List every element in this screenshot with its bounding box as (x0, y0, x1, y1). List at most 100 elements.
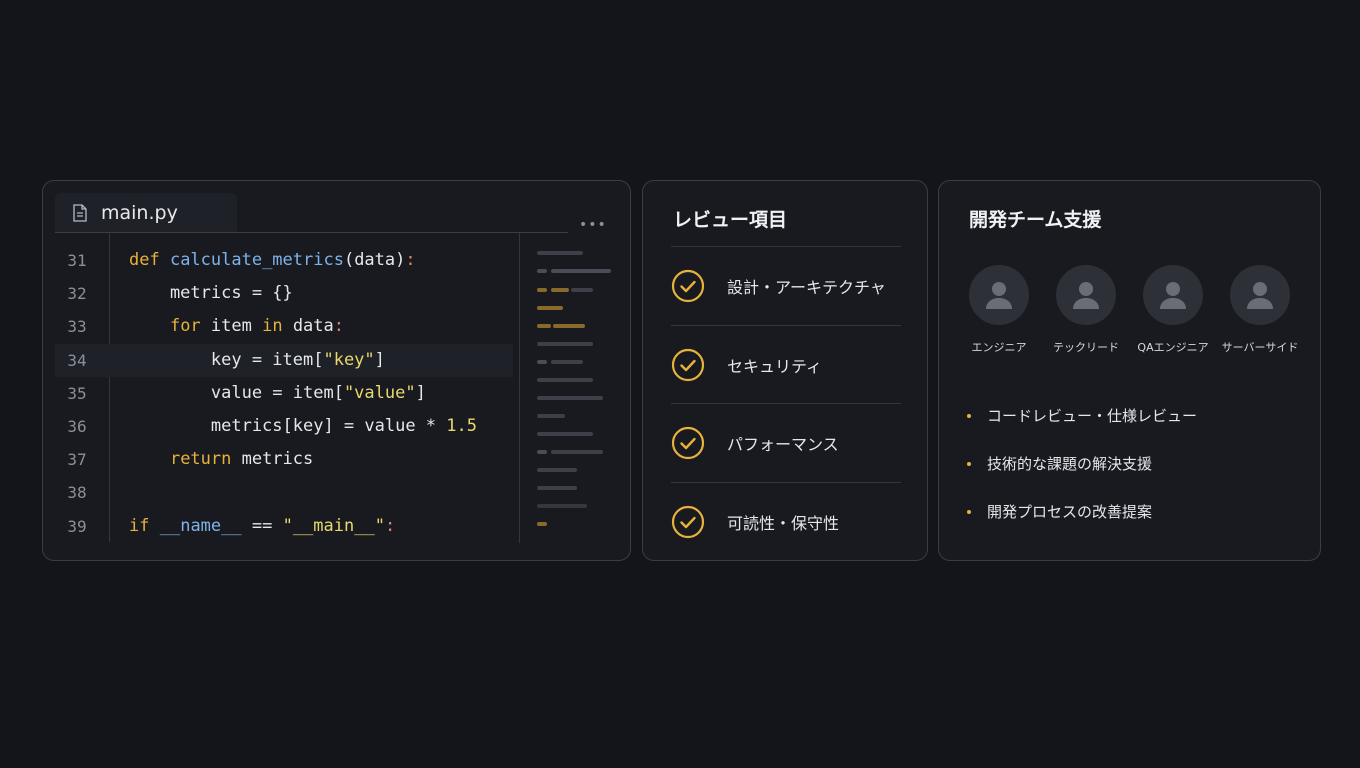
user-icon (1160, 282, 1186, 309)
minimap-line (537, 432, 593, 436)
review-item: 設計・アーキテクチャ (671, 266, 911, 306)
code-text: key = item["key"] (129, 349, 385, 370)
support-bullet: 開発プロセスの改善提案 (967, 501, 1152, 522)
user-icon (986, 282, 1012, 309)
code-text: def calculate_metrics(data): (129, 250, 416, 270)
code-text: if __name__ == "__main__": (129, 515, 396, 536)
minimap-line (537, 251, 583, 255)
minimap-line (571, 288, 593, 292)
minimap-line (537, 269, 547, 273)
review-divider (671, 481, 901, 483)
code-line[interactable]: 33 for item in data: (55, 310, 513, 343)
review-title: レビュー項目 (673, 209, 788, 231)
avatar (1143, 265, 1203, 325)
support-bullet: 技術的な課題の解決支援 (967, 453, 1152, 474)
minimap-line (553, 324, 585, 328)
minimap-line (537, 342, 593, 346)
minimap-line (537, 288, 547, 292)
line-number: 34 (67, 350, 87, 370)
file-icon (73, 204, 87, 222)
minimap-line (537, 414, 565, 418)
bullet-dot-icon (967, 461, 971, 466)
minimap-line (537, 522, 547, 526)
review-item: パフォーマンス (671, 423, 911, 463)
line-number: 36 (67, 417, 87, 436)
review-item-label: パフォーマンス (727, 435, 839, 454)
minimap-divider (519, 233, 520, 543)
line-number: 33 (67, 317, 87, 337)
review-divider (671, 324, 901, 326)
minimap-line (551, 450, 603, 454)
minimap-line (551, 269, 611, 273)
minimap-line (537, 486, 577, 490)
code-editor-panel: main.py ••• 31 def calculate_metrics(data… (42, 180, 631, 561)
line-number: 38 (67, 483, 87, 503)
minimap-line (551, 288, 569, 292)
minimap-line (551, 360, 583, 364)
code-text: return metrics (169, 449, 314, 470)
line-number: 31 (67, 251, 87, 270)
check-circle-icon (671, 426, 705, 460)
line-number: 32 (67, 284, 87, 304)
check-circle-icon (671, 505, 705, 538)
minimap-line (537, 396, 603, 400)
code-text: metrics[key] = value * 1.5 (129, 416, 477, 436)
more-options-icon[interactable]: ••• (579, 217, 607, 233)
code-line[interactable]: 36 metrics[key] = value * 1.5 (55, 410, 513, 443)
code-line[interactable]: 37 return metrics (55, 443, 513, 476)
review-divider (671, 246, 901, 247)
bullet-dot-icon (967, 413, 971, 418)
review-item: セキュリティ (671, 345, 911, 385)
bullet-dot-icon (967, 509, 971, 514)
team-member: サーバーサイド (1218, 265, 1302, 355)
minimap[interactable] (533, 251, 613, 541)
line-number: 37 (67, 450, 87, 470)
code-line[interactable]: 31 def calculate_metrics(data): (55, 244, 513, 277)
support-bullet-text: コードレビュー・仕様レビュー (987, 407, 1198, 425)
line-number: 39 (67, 516, 87, 536)
user-icon (1073, 282, 1099, 309)
avatar (969, 265, 1029, 325)
member-role-label: エンジニア (971, 341, 1027, 354)
support-bullet-text: 開発プロセスの改善提案 (987, 503, 1153, 521)
code-text: for item in data: (169, 316, 345, 337)
minimap-line (537, 306, 563, 310)
team-member: テックリード (1044, 265, 1128, 355)
code-line[interactable]: 34 key = item["key"] (55, 343, 513, 377)
minimap-line (537, 378, 593, 382)
line-number: 35 (67, 383, 87, 403)
support-bullet-text: 技術的な課題の解決支援 (987, 455, 1153, 473)
minimap-line (537, 504, 587, 508)
code-text: value = item["value"] (129, 382, 426, 403)
minimap-line (537, 450, 547, 454)
code-text: metrics = {} (129, 283, 293, 304)
code-line[interactable]: 39 if __name__ == "__main__": (55, 510, 513, 543)
member-role-label: サーバーサイド (1221, 341, 1299, 354)
code-line[interactable]: 35 value = item["value"] (55, 377, 513, 410)
check-circle-icon (671, 348, 705, 381)
avatar (1056, 265, 1116, 325)
review-item-label: 設計・アーキテクチャ (727, 278, 886, 297)
review-items-panel: レビュー項目 設計・アーキテクチャ セキュリティ パフォーマンス 可読性・保守性 (642, 180, 928, 561)
code-line[interactable]: 38 (55, 476, 513, 509)
member-role-label: QAエンジニア (1137, 341, 1209, 354)
team-member: エンジニア (957, 265, 1041, 355)
review-divider (671, 403, 901, 404)
team-support-panel: 開発チーム支援 エンジニア テックリード QAエンジニア サーバーサイド コードレビュ… (938, 180, 1321, 561)
avatar (1230, 265, 1290, 325)
review-item: 可読性・保守性 (671, 502, 911, 542)
minimap-line (537, 360, 547, 364)
member-role-label: テックリード (1053, 341, 1119, 354)
team-title: 開発チーム支援 (969, 209, 1102, 231)
file-tab[interactable]: main.py (55, 193, 237, 233)
user-icon (1247, 282, 1273, 309)
minimap-line (537, 324, 551, 328)
team-member: QAエンジニア (1131, 265, 1215, 355)
code-line[interactable]: 32 metrics = {} (55, 277, 513, 310)
review-item-label: セキュリティ (727, 356, 823, 376)
code-area[interactable]: 31 def calculate_metrics(data): 32 metrics… (55, 233, 519, 544)
minimap-line (537, 468, 577, 472)
review-item-label: 可読性・保守性 (727, 513, 840, 533)
file-tab-label: main.py (101, 202, 178, 224)
support-bullet: コードレビュー・仕様レビュー (967, 405, 1197, 426)
